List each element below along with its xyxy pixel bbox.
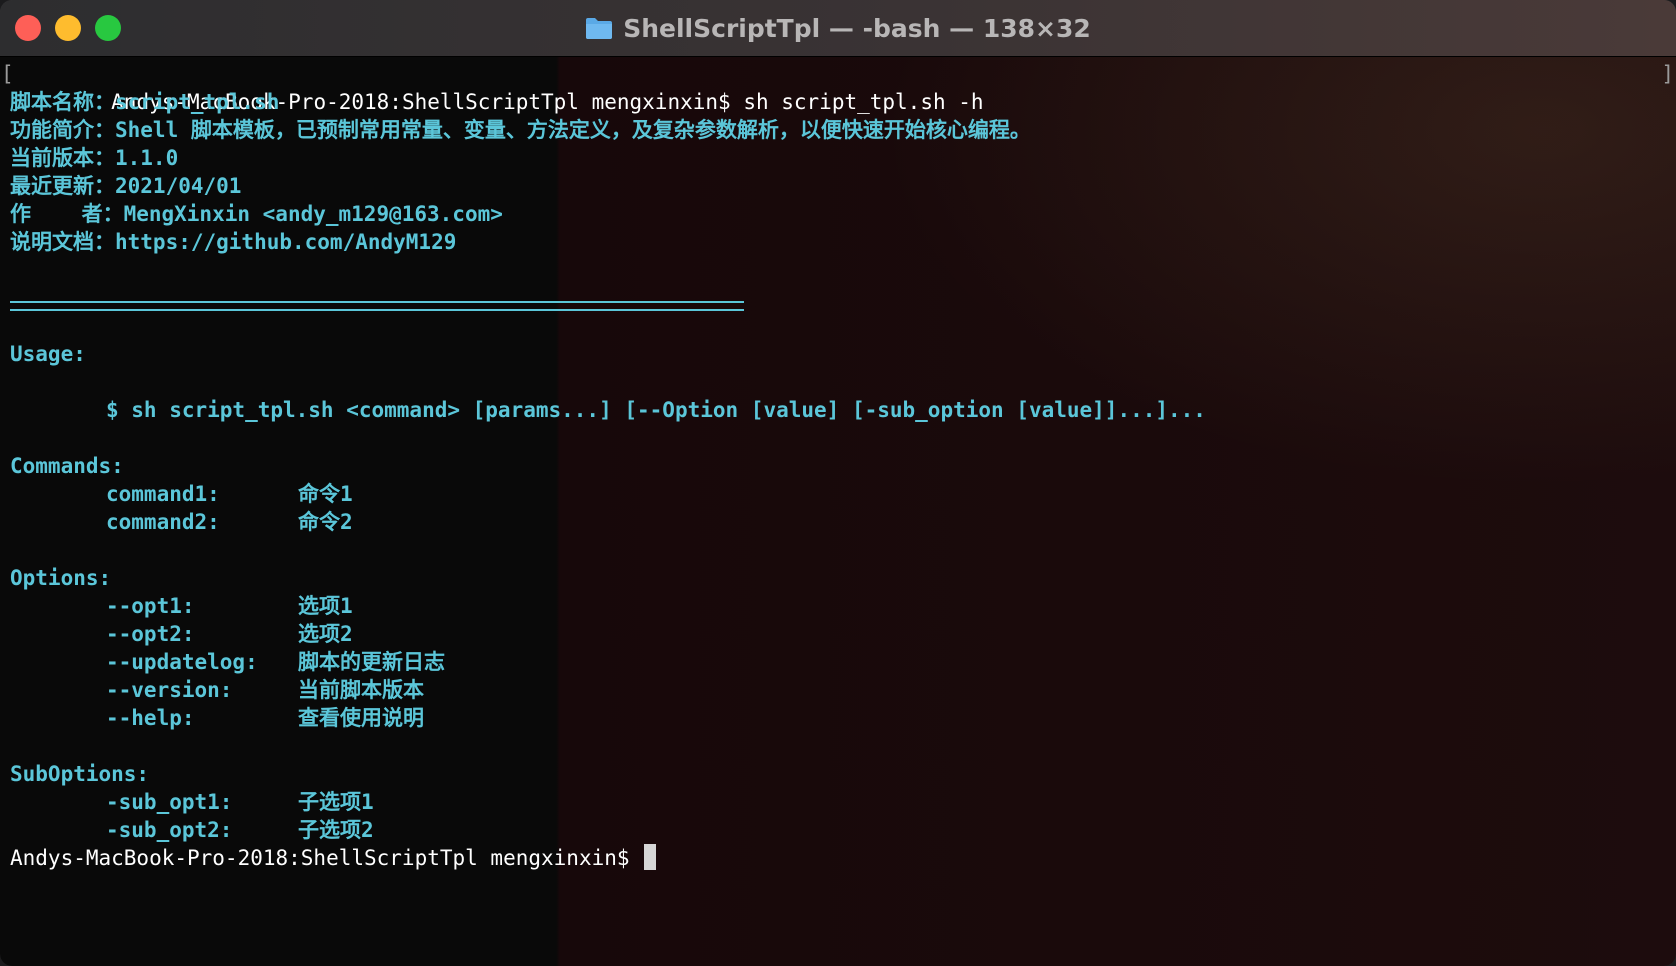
suboption-row: -sub_opt2: 子选项2: [10, 816, 1666, 844]
usage-syntax: $ sh script_tpl.sh <command> [params...]…: [106, 398, 1206, 422]
options-heading: Options:: [10, 566, 112, 590]
option-key: --opt1:: [106, 594, 195, 618]
suboption-row: -sub_opt1: 子选项1: [10, 788, 1666, 816]
commands-heading: Commands:: [10, 454, 124, 478]
info-line-description: 功能简介：Shell 脚本模板，已预制常用常量、变量、方法定义，及复杂参数解析，…: [10, 116, 1666, 144]
suboption-desc: 子选项1: [298, 790, 374, 814]
option-row: --updatelog: 脚本的更新日志: [10, 648, 1666, 676]
terminal-window: ShellScriptTpl — -bash — 138×32 [ ] Andy…: [0, 0, 1676, 966]
command-desc: 命令1: [298, 482, 353, 506]
info-label: 脚本名称：: [10, 90, 115, 114]
info-value: Shell 脚本模板，已预制常用常量、变量、方法定义，及复杂参数解析，以便快速开…: [115, 118, 1031, 142]
window-title-area: ShellScriptTpl — -bash — 138×32: [0, 0, 1676, 56]
active-prompt-line[interactable]: Andys-MacBook-Pro-2018:ShellScriptTpl me…: [10, 844, 1666, 872]
info-label: 作 者：: [10, 202, 124, 226]
option-desc: 脚本的更新日志: [298, 650, 445, 674]
info-value: 2021/04/01: [115, 174, 242, 198]
title-bar[interactable]: ShellScriptTpl — -bash — 138×32: [0, 0, 1676, 57]
info-value: 1.1.0: [115, 146, 179, 170]
info-value[interactable]: https://github.com/AndyM129: [115, 230, 456, 254]
info-value: script_tpl.sh: [115, 90, 280, 114]
info-line-author: 作 者：MengXinxin <andy_m129@163.com>: [10, 200, 1666, 228]
option-key: --help:: [106, 706, 195, 730]
option-desc: 当前脚本版本: [298, 678, 424, 702]
option-key: --version:: [106, 678, 233, 702]
separator-rule: [10, 301, 744, 311]
suboption-desc: 子选项2: [298, 818, 374, 842]
option-row: --version: 当前脚本版本: [10, 676, 1666, 704]
info-label: 最近更新：: [10, 174, 115, 198]
option-desc: 选项2: [298, 622, 353, 646]
option-row: --help: 查看使用说明: [10, 704, 1666, 732]
usage-heading: Usage:: [10, 342, 86, 366]
command-key: command2:: [106, 510, 220, 534]
window-title: ShellScriptTpl — -bash — 138×32: [623, 13, 1091, 43]
info-label: 功能简介：: [10, 118, 115, 142]
info-value: MengXinxin <andy_m129@163.com>: [123, 202, 503, 226]
info-label: 说明文档：: [10, 230, 115, 254]
shell-prompt: Andys-MacBook-Pro-2018:ShellScriptTpl me…: [10, 846, 643, 870]
option-desc: 查看使用说明: [298, 706, 424, 730]
usage-line: $ sh script_tpl.sh <command> [params...]…: [10, 396, 1666, 424]
command-row: command2: 命令2: [10, 508, 1666, 536]
suboption-key: -sub_opt2:: [106, 818, 233, 842]
folder-icon: [585, 16, 613, 40]
option-desc: 选项1: [298, 594, 353, 618]
info-line-version: 当前版本：1.1.0: [10, 144, 1666, 172]
suboptions-heading: SubOptions:: [10, 762, 150, 786]
terminal-lines: Andys-MacBook-Pro-2018:ShellScriptTpl me…: [10, 60, 1666, 872]
terminal-output[interactable]: [ ] Andys-MacBook-Pro-2018:ShellScriptTp…: [0, 57, 1676, 966]
info-label: 当前版本：: [10, 146, 115, 170]
command-line: Andys-MacBook-Pro-2018:ShellScriptTpl me…: [10, 60, 1666, 114]
info-line-docs: 说明文档：https://github.com/AndyM129: [10, 228, 1666, 256]
info-line-updated: 最近更新：2021/04/01: [10, 172, 1666, 200]
command-desc: 命令2: [298, 510, 353, 534]
text-cursor: [644, 844, 657, 870]
shell-command: sh script_tpl.sh -h: [730, 90, 984, 114]
command-key: command1:: [106, 482, 220, 506]
option-key: --opt2:: [106, 622, 195, 646]
option-row: --opt1: 选项1: [10, 592, 1666, 620]
option-row: --opt2: 选项2: [10, 620, 1666, 648]
option-key: --updatelog:: [106, 650, 258, 674]
suboption-key: -sub_opt1:: [106, 790, 233, 814]
command-row: command1: 命令1: [10, 480, 1666, 508]
